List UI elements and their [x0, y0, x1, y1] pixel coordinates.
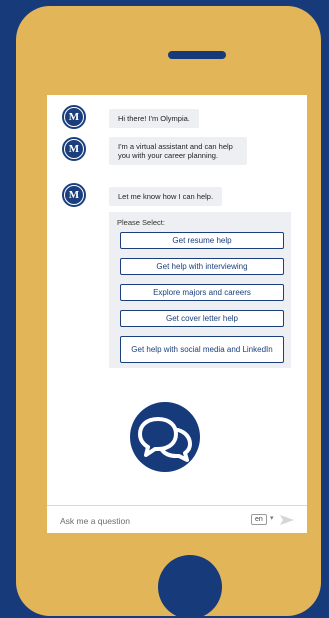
- chat-screen: M Hi there! I'm Olympia. M I'm a virtual…: [47, 95, 307, 533]
- avatar-logo-icon: M: [65, 186, 83, 204]
- language-selector[interactable]: en: [251, 514, 267, 525]
- message-bubble: I'm a virtual assistant and can help you…: [109, 137, 247, 165]
- option-resume-help[interactable]: Get resume help: [120, 232, 284, 249]
- chevron-down-icon[interactable]: ▾: [270, 514, 274, 522]
- ask-question-input[interactable]: [60, 514, 230, 528]
- home-button[interactable]: [158, 555, 222, 618]
- option-explore-majors[interactable]: Explore majors and careers: [120, 284, 284, 301]
- avatar-logo-icon: M: [65, 108, 83, 126]
- select-label: Please Select:: [117, 218, 165, 227]
- option-interviewing[interactable]: Get help with interviewing: [120, 258, 284, 275]
- option-social-media[interactable]: Get help with social media and LinkedIn: [120, 336, 284, 363]
- chat-input-bar: en ▾: [47, 505, 307, 533]
- avatar-logo-icon: M: [65, 140, 83, 158]
- bot-avatar: M: [62, 105, 86, 129]
- message-bubble: Let me know how I can help.: [109, 187, 223, 206]
- message-bubble: Hi there! I'm Olympia.: [109, 109, 199, 128]
- option-panel: Please Select: Get resume help Get help …: [109, 212, 291, 368]
- option-cover-letter[interactable]: Get cover letter help: [120, 310, 284, 327]
- send-icon[interactable]: [279, 514, 295, 526]
- bot-avatar: M: [62, 183, 86, 207]
- bot-avatar: M: [62, 137, 86, 161]
- phone-speaker: [168, 51, 226, 59]
- chat-bubbles-icon[interactable]: [130, 402, 200, 472]
